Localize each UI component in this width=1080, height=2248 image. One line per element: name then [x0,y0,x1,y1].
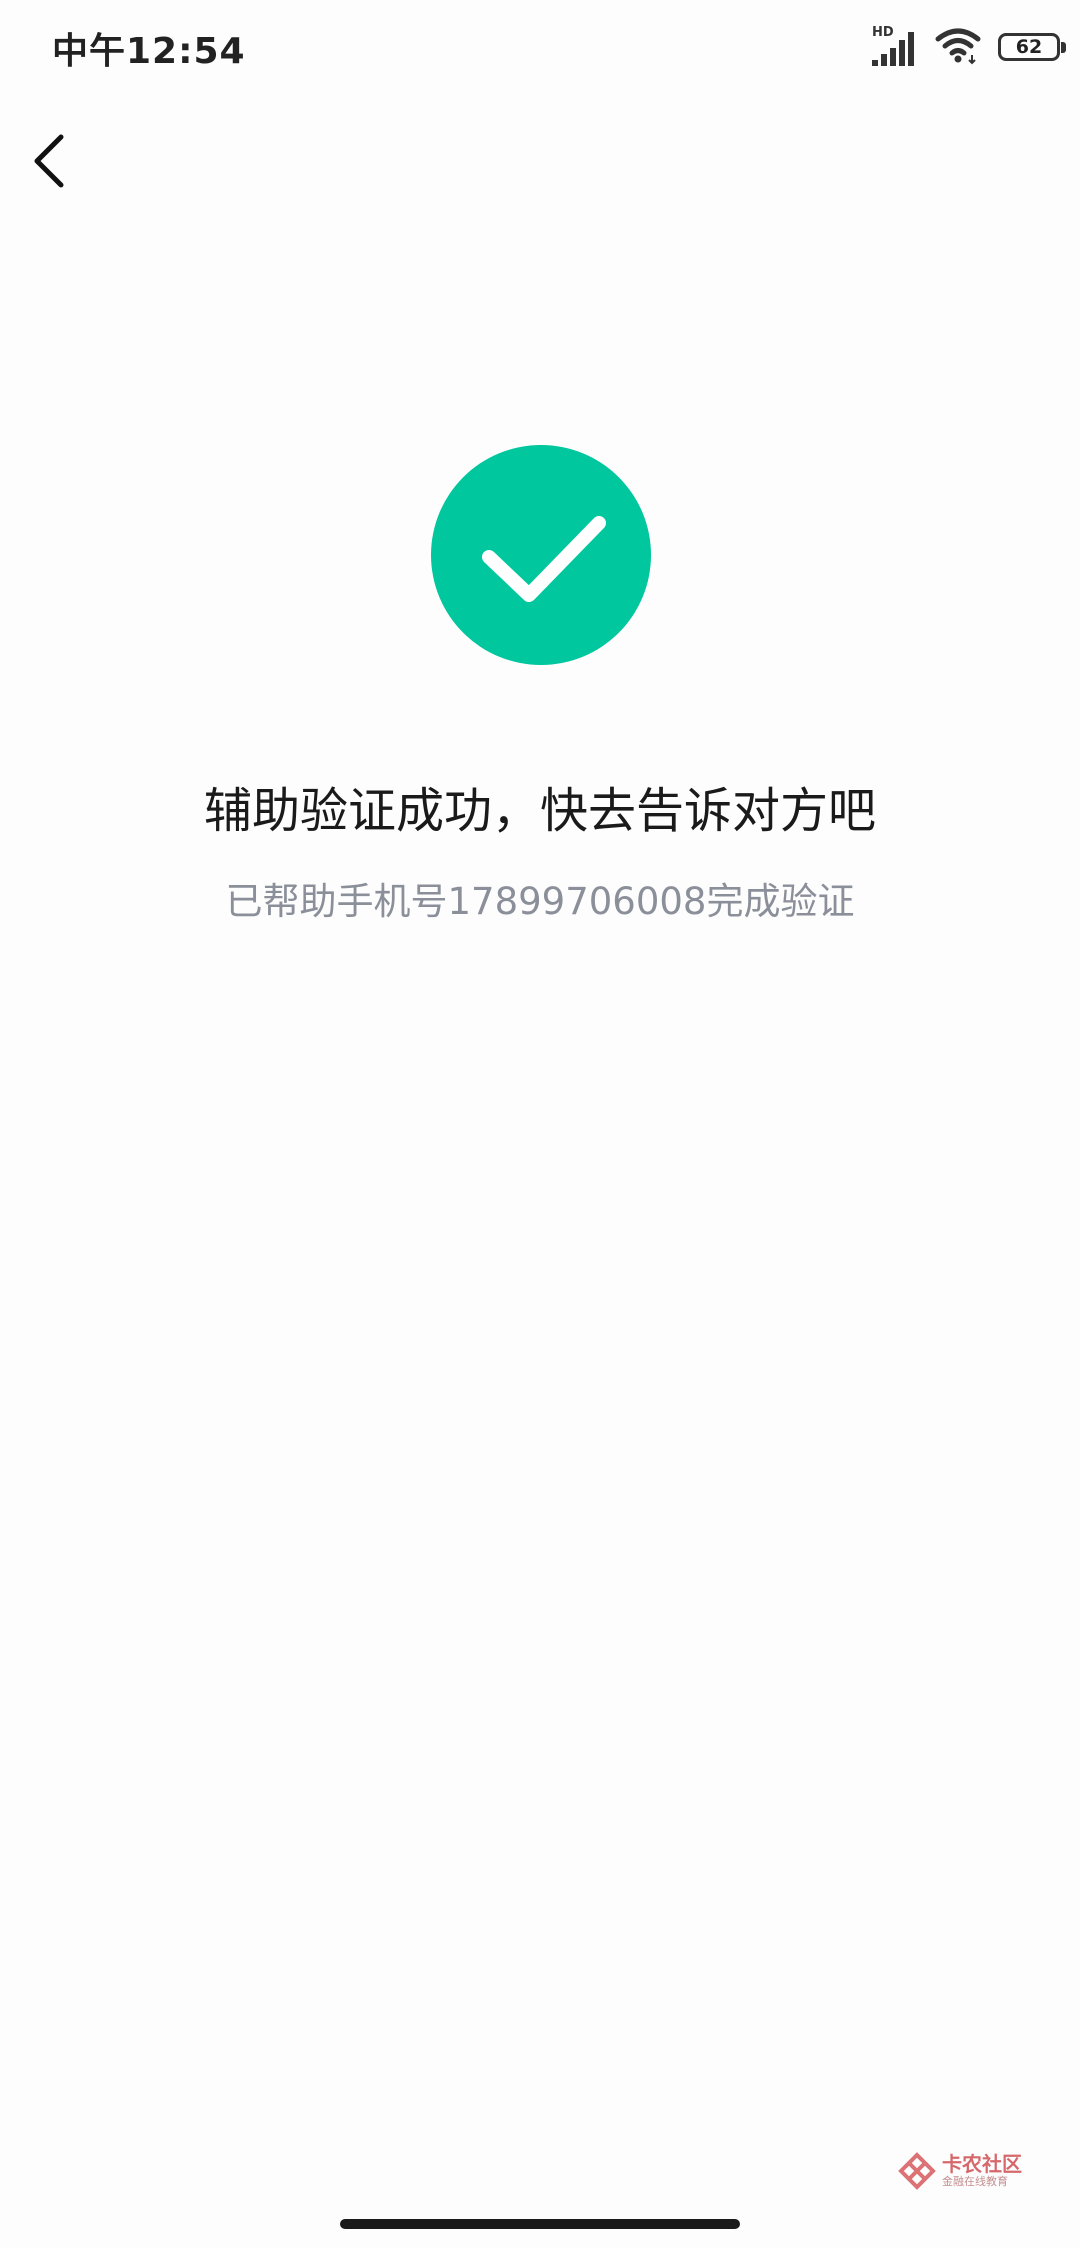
result-title: 辅助验证成功，快去告诉对方吧 [203,783,876,839]
battery-icon: 62 [998,33,1066,61]
watermark-icon [898,2152,936,2190]
status-bar: 中午12:54 HD 62 [0,0,1080,96]
battery-tip [1061,42,1066,53]
watermark-text: 卡农社区 金融在线教育 [942,2153,1022,2189]
back-button[interactable] [14,126,84,196]
signal-icon: HD [872,26,918,68]
watermark-logo: 卡农社区 金融在线教育 [898,2146,1022,2196]
status-time: 中午12:54 [52,31,246,72]
wifi-icon [934,25,982,69]
chevron-left-icon [34,134,64,188]
result-subtitle: 已帮助手机号17899706008完成验证 [225,880,855,923]
watermark-main: 卡农社区 [942,2152,1022,2176]
check-circle-icon [431,445,651,665]
watermark-sub: 金融在线教育 [942,2175,1008,2188]
battery-level: 62 [1015,35,1043,58]
status-icons: HD 62 [872,22,1066,72]
home-indicator[interactable] [340,2219,740,2229]
